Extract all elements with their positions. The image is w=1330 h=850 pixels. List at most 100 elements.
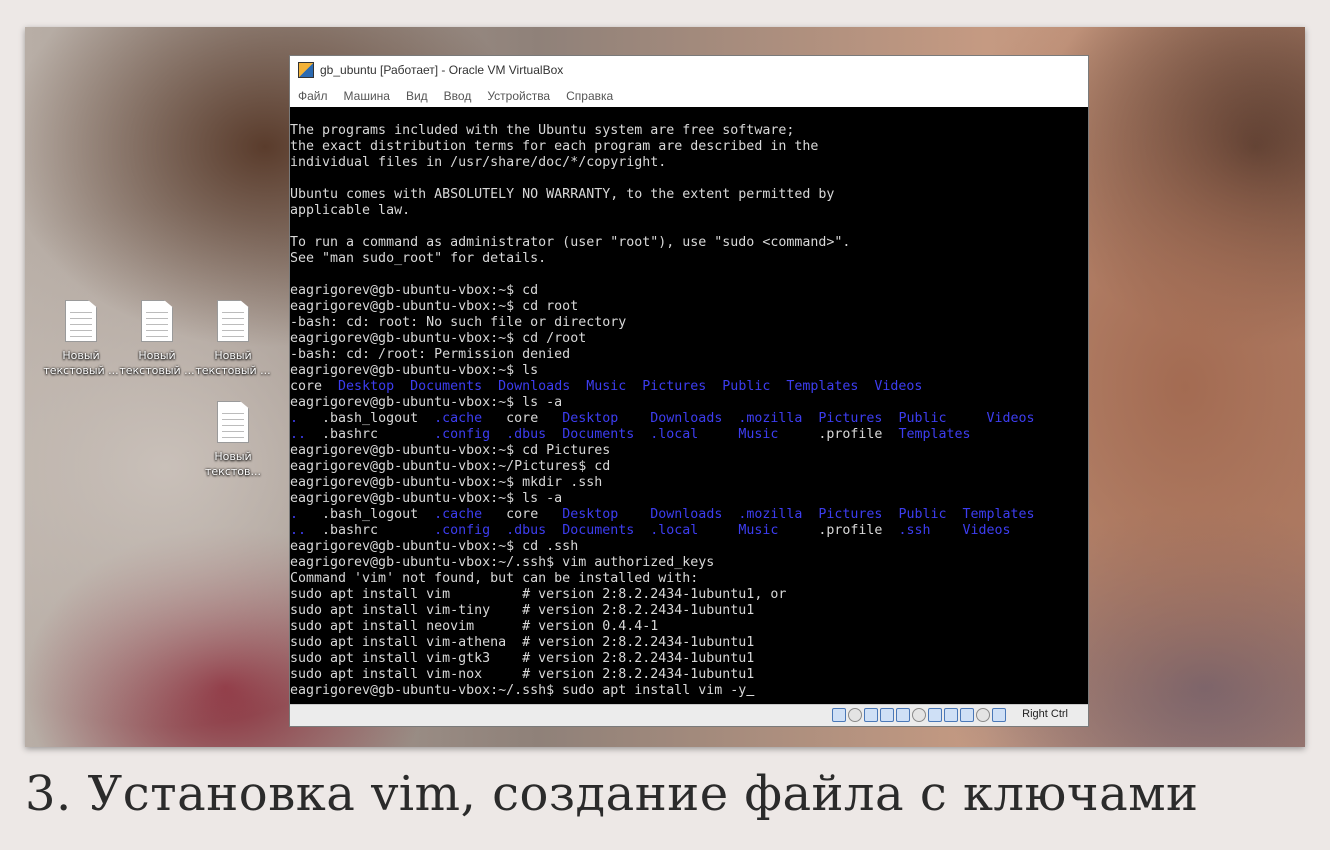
network-icon[interactable] (880, 708, 894, 722)
virtualbox-window[interactable]: gb_ubuntu [Работает] - Oracle VM Virtual… (289, 55, 1089, 727)
terminal-text: core (482, 507, 563, 522)
terminal-line: eagrigorev@gb-ubuntu-vbox:~$ cd Pictures (290, 443, 610, 458)
terminal-line: .. .bashrc .config .dbus Documents .loca… (290, 523, 1011, 538)
vm-screen[interactable]: The programs included with the Ubuntu sy… (290, 107, 1088, 706)
directory-name: . (290, 507, 299, 522)
terminal-text: sudo apt install vim-gtk3 # version 2:8.… (290, 651, 755, 666)
keyboard-icon[interactable] (992, 708, 1006, 722)
terminal-line: eagrigorev@gb-ubuntu-vbox:~$ ls (290, 363, 538, 378)
terminal-text: the exact distribution terms for each pr… (290, 139, 819, 154)
terminal-text: eagrigorev@gb-ubuntu-vbox:~$ cd root (290, 299, 579, 314)
window-title: gb_ubuntu [Работает] - Oracle VM Virtual… (320, 63, 564, 77)
terminal-line: eagrigorev@gb-ubuntu-vbox:~$ ls -a (290, 491, 562, 506)
terminal-text: sudo apt install vim # version 2:8.2.243… (290, 587, 787, 602)
status-bar: Right Ctrl (290, 704, 1088, 726)
terminal-text: .bashrc (306, 523, 435, 538)
hard-disk-icon[interactable] (832, 708, 846, 722)
menu-bar: Файл Машина Вид Ввод Устройства Справка (290, 86, 1088, 106)
terminal-text: core (482, 411, 563, 426)
terminal-text: sudo apt install neovim # version 0.4.4-… (290, 619, 659, 634)
terminal-text: eagrigorev@gb-ubuntu-vbox:~$ cd /root (290, 331, 587, 346)
terminal-text: eagrigorev@gb-ubuntu-vbox:~$ cd Pictures (290, 443, 611, 458)
directory-name: .config .dbus Documents .local Music (434, 427, 779, 442)
desktop-file-label: текстовый ... (195, 364, 271, 377)
terminal-text: The programs included with the Ubuntu sy… (290, 123, 795, 138)
directory-name: Desktop Downloads .mozilla Pictures Publ… (562, 507, 1035, 522)
menu-file[interactable]: Файл (298, 86, 328, 106)
directory-name: .ssh Videos (898, 523, 1011, 538)
terminal-line: To run a command as administrator (user … (290, 235, 850, 250)
terminal-line: applicable law. (290, 203, 410, 218)
terminal-text: core (290, 379, 339, 394)
terminal-text: .bash_logout (298, 411, 435, 426)
terminal-line: eagrigorev@gb-ubuntu-vbox:~$ cd (290, 283, 538, 298)
terminal-line: Command 'vim' not found, but can be inst… (290, 571, 698, 586)
terminal-text: Command 'vim' not found, but can be inst… (290, 571, 699, 586)
terminal-line: sudo apt install vim-nox # version 2:8.2… (290, 667, 754, 682)
terminal-text: sudo apt install vim-tiny # version 2:8.… (290, 603, 755, 618)
terminal-text: See "man sudo_root" for details. (290, 251, 547, 266)
desktop-file-label: Новый (214, 450, 252, 463)
menu-machine[interactable]: Машина (344, 86, 390, 106)
cpu-icon[interactable] (960, 708, 974, 722)
terminal-text: -bash: cd: /root: Permission denied (290, 347, 571, 362)
terminal-line: . .bash_logout .cache core Desktop Downl… (290, 411, 1035, 426)
terminal-text: .bash_logout (298, 507, 435, 522)
directory-name: .config .dbus Documents .local Music (434, 523, 779, 538)
terminal-line: .. .bashrc .config .dbus Documents .loca… (290, 427, 971, 442)
optical-drive-icon[interactable] (848, 708, 862, 722)
audio-icon[interactable] (864, 708, 878, 722)
terminal-text: eagrigorev@gb-ubuntu-vbox:~/.ssh$ sudo a… (290, 683, 747, 698)
recording-icon[interactable] (944, 708, 958, 722)
text-file-icon (141, 300, 173, 342)
terminal-text: eagrigorev@gb-ubuntu-vbox:~$ cd (290, 283, 539, 298)
terminal-line: . .bash_logout .cache core Desktop Downl… (290, 507, 1035, 522)
terminal-line: eagrigorev@gb-ubuntu-vbox:~$ cd /root (290, 331, 586, 346)
directory-name: .cache (434, 411, 483, 426)
window-titlebar[interactable]: gb_ubuntu [Работает] - Oracle VM Virtual… (290, 56, 1088, 86)
menu-input[interactable]: Ввод (444, 86, 472, 106)
mouse-integration-icon[interactable] (976, 708, 990, 722)
text-file-icon (217, 401, 249, 443)
directory-name: . (290, 411, 299, 426)
terminal-line: sudo apt install vim-athena # version 2:… (290, 635, 754, 650)
terminal-line: eagrigorev@gb-ubuntu-vbox:~$ mkdir .ssh (290, 475, 602, 490)
desktop-file-icon[interactable]: Новый текстовый ... (194, 300, 272, 378)
terminal-line: Ubuntu comes with ABSOLUTELY NO WARRANTY… (290, 187, 834, 202)
terminal-text: eagrigorev@gb-ubuntu-vbox:~$ mkdir .ssh (290, 475, 603, 490)
terminal-text: .profile (778, 523, 899, 538)
text-file-icon (65, 300, 97, 342)
menu-devices[interactable]: Устройства (487, 86, 550, 106)
slide-caption: 3. Установка vim, создание файла с ключа… (25, 766, 1199, 822)
terminal-line: sudo apt install vim-tiny # version 2:8.… (290, 603, 754, 618)
terminal-text: eagrigorev@gb-ubuntu-vbox:~$ cd .ssh (290, 539, 579, 554)
terminal-line: See "man sudo_root" for details. (290, 251, 546, 266)
terminal-line: sudo apt install neovim # version 0.4.4-… (290, 619, 658, 634)
terminal-line: -bash: cd: /root: Permission denied (290, 347, 570, 362)
terminal-text: To run a command as administrator (user … (290, 235, 851, 250)
terminal-line: eagrigorev@gb-ubuntu-vbox:~/.ssh$ sudo a… (290, 683, 754, 698)
terminal-text: eagrigorev@gb-ubuntu-vbox:~/Pictures$ cd (290, 459, 611, 474)
desktop-file-label: текстовый ... (43, 364, 119, 377)
terminal-line: core Desktop Documents Downloads Music P… (290, 379, 922, 394)
desktop-file-icon[interactable]: Новый текстов... (194, 401, 272, 479)
terminal-text: .profile (778, 427, 899, 442)
directory-name: Templates (898, 427, 971, 442)
desktop-file-icon[interactable]: Новый текстовый ... (118, 300, 196, 378)
terminal-output[interactable]: The programs included with the Ubuntu sy… (290, 107, 1088, 699)
terminal-line: eagrigorev@gb-ubuntu-vbox:~$ cd root (290, 299, 578, 314)
display-icon[interactable] (928, 708, 942, 722)
menu-view[interactable]: Вид (406, 86, 428, 106)
status-indicators (832, 708, 1006, 722)
shared-folders-icon[interactable] (912, 708, 926, 722)
directory-name: Desktop Downloads .mozilla Pictures Publ… (562, 411, 1035, 426)
desktop-file-label: Новый (62, 349, 100, 362)
desktop-file-label: текстов... (205, 465, 261, 478)
terminal-text: Ubuntu comes with ABSOLUTELY NO WARRANTY… (290, 187, 835, 202)
usb-icon[interactable] (896, 708, 910, 722)
desktop-file-icon[interactable]: Новый текстовый ... (42, 300, 120, 378)
terminal-text: sudo apt install vim-nox # version 2:8.2… (290, 667, 755, 682)
menu-help[interactable]: Справка (566, 86, 613, 106)
terminal-text: -bash: cd: root: No such file or directo… (290, 315, 627, 330)
desktop-file-label: Новый (138, 349, 176, 362)
